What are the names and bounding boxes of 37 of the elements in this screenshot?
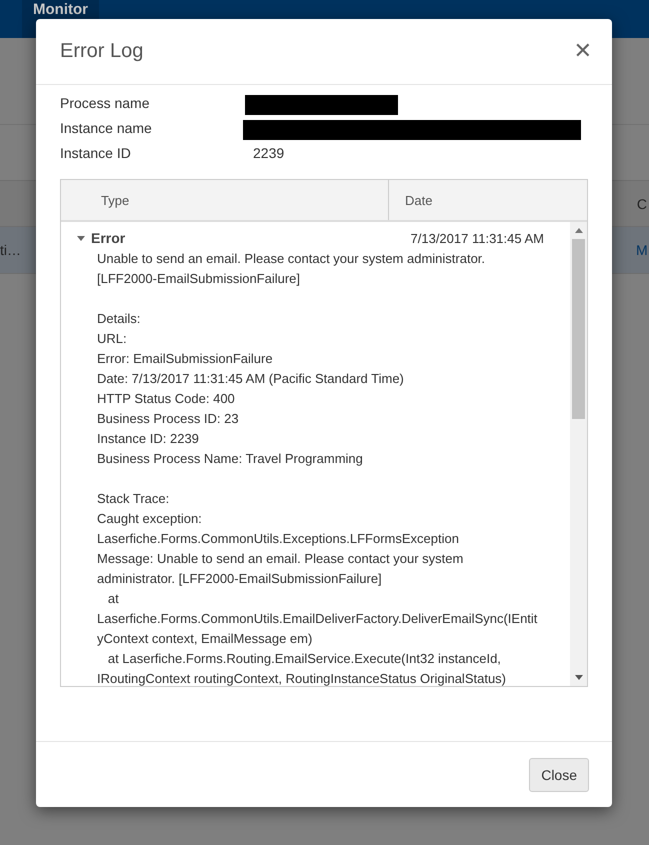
log-text: yContext context, EmailMessage em) <box>97 630 314 648</box>
log-text: Caught exception: <box>97 510 203 528</box>
log-text: Message: Unable to send an email. Please contact your system <box>97 550 464 568</box>
table-cell: ti… <box>0 242 21 258</box>
log-text: Laserfiche.Forms.CommonUtils.EmailDeliverFactory.DeliverEmailSync(IEntit <box>97 610 538 628</box>
field-label: Instance name <box>60 120 153 138</box>
scrollbar-thumb[interactable] <box>572 239 585 419</box>
scrollbar[interactable] <box>570 222 587 686</box>
log-text: Details: <box>97 310 142 328</box>
field-label: Instance ID <box>60 145 132 161</box>
close-button[interactable]: Close <box>529 758 589 792</box>
caret-icon <box>77 236 85 240</box>
field-value: 2239 <box>252 145 286 161</box>
log-text: Laserfiche.Forms.CommonUtils.Exceptions.LFFormsException <box>97 530 460 548</box>
entry-toggle[interactable]: Error <box>77 230 126 246</box>
log-text: [LFF2000-EmailSubmissionFailure] <box>97 270 302 288</box>
log-text: URL: <box>97 330 128 348</box>
close-button[interactable]: ✕ <box>574 39 592 64</box>
column-header: C <box>636 196 648 212</box>
field-label: Process name <box>60 95 150 113</box>
entry-date: 7/13/2017 11:31:45 AM <box>410 230 544 246</box>
log-text: IRoutingContext routingContext, RoutingInstanceStatus OriginalStatus) <box>97 670 508 686</box>
log-text: Business Process Name: Travel Programming <box>97 450 364 468</box>
log-text: HTTP Status Code: 400 <box>97 390 236 408</box>
column-header[interactable]: Date <box>388 180 587 220</box>
log-text: Business Process ID: 23 <box>97 410 240 428</box>
dialog-title: Error Log <box>60 40 144 63</box>
log-text: administrator. [LFF2000-EmailSubmissionFailure] <box>97 570 383 588</box>
log-text: Stack Trace: <box>97 490 170 508</box>
log-text: Instance ID: 2239 <box>97 430 200 448</box>
log-text: Unable to send an email. Please contact your system administrator. <box>97 250 486 268</box>
log-text: at <box>106 590 120 608</box>
log-text: Error: EmailSubmissionFailure <box>97 350 274 368</box>
log-text: at Laserfiche.Forms.Routing.EmailService.Execute(Int32 instanceId, <box>106 650 502 668</box>
scroll-down-icon[interactable] <box>574 675 582 680</box>
column-header[interactable]: Type <box>61 180 388 220</box>
log-text: Date: 7/13/2017 11:31:45 AM (Pacific Standard Time) <box>97 370 405 388</box>
